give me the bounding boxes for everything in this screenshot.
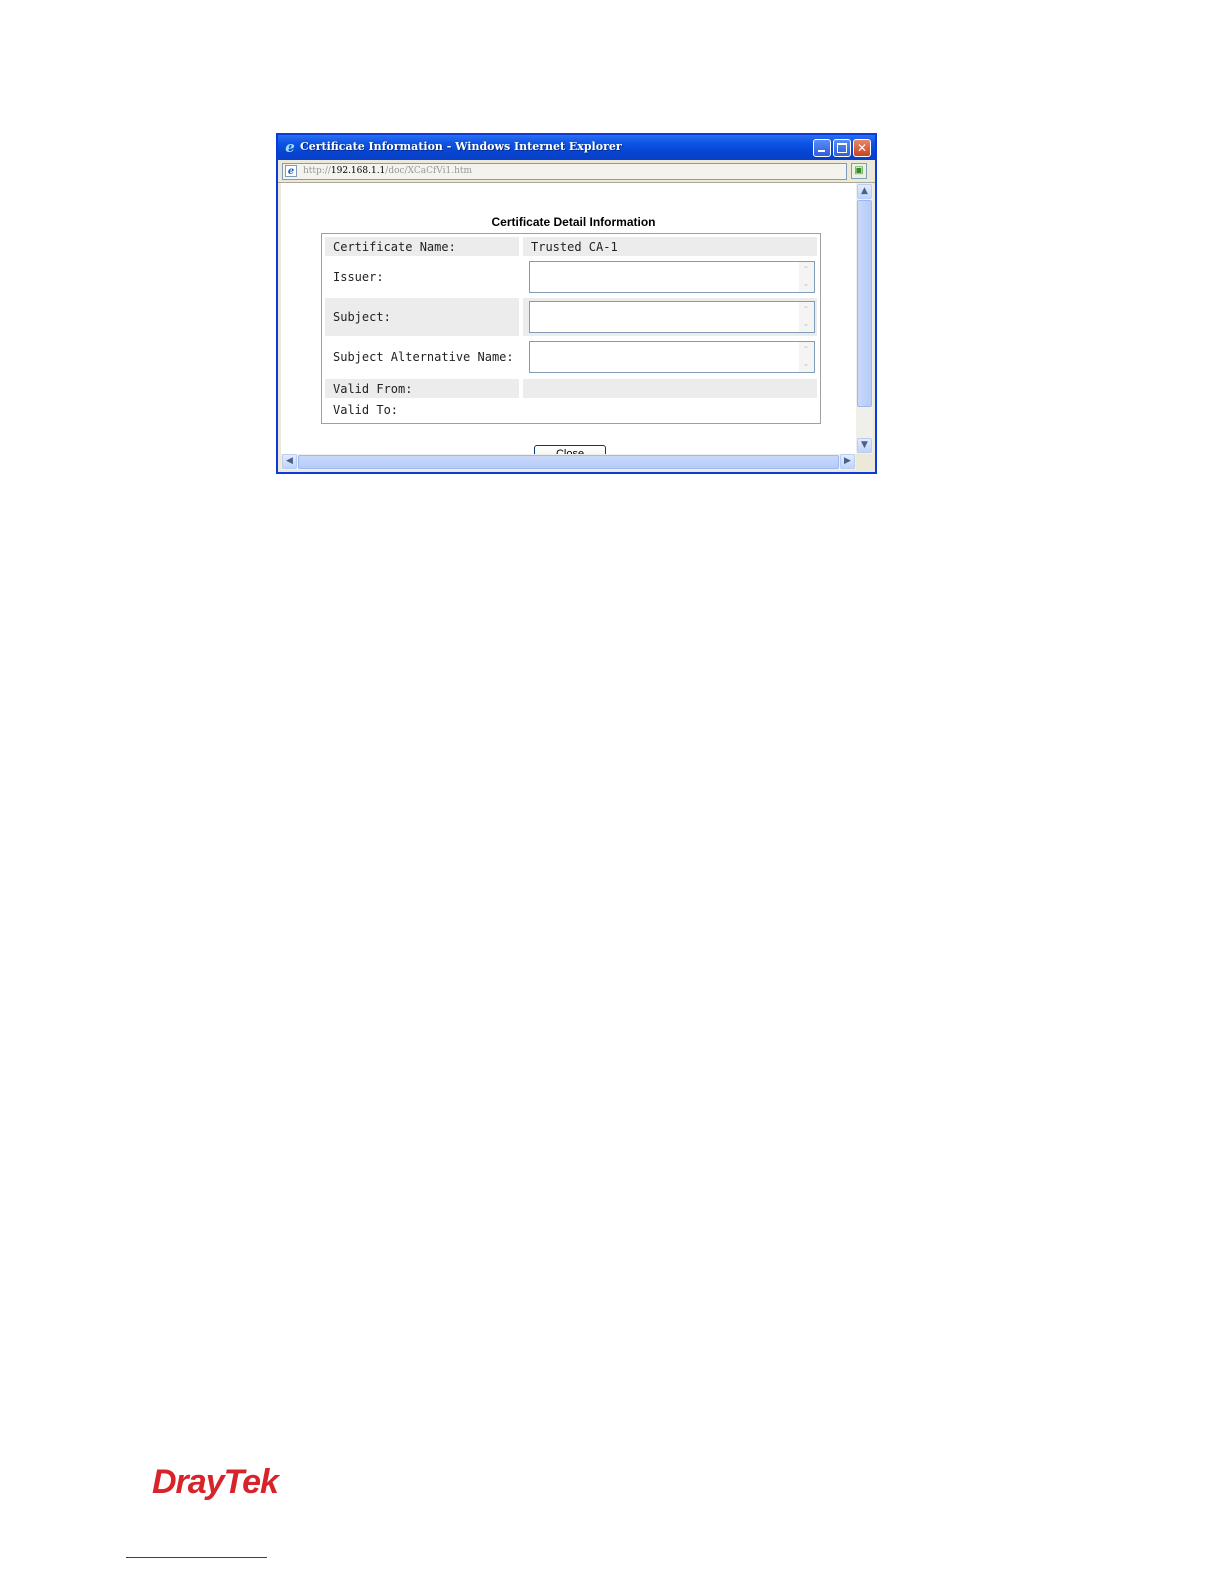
url-prefix: http://: [303, 166, 331, 176]
close-icon: ✕: [856, 141, 868, 155]
label-issuer: Issuer:: [333, 270, 384, 284]
window-title: Certificate Information - Windows Intern…: [300, 140, 622, 153]
scroll-up-icon[interactable]: ⌃: [801, 264, 811, 276]
certificate-detail-table: Certificate Name: Trusted CA-1 Issuer: ⌃…: [321, 233, 821, 424]
scroll-up-arrow-icon[interactable]: ▲: [857, 184, 872, 199]
subject-alt-name-textarea-scrollbar[interactable]: ⌃ ⌄: [799, 342, 814, 372]
ie-logo-icon: e: [285, 138, 295, 156]
footer-divider: [126, 1557, 267, 1558]
scroll-up-icon[interactable]: ⌃: [801, 304, 811, 316]
row-issuer: Issuer: ⌃ ⌄: [325, 258, 817, 296]
scroll-down-icon[interactable]: ⌄: [801, 358, 811, 370]
page-viewport: Certificate Detail Information Certifica…: [281, 183, 856, 454]
row-certificate-name: Certificate Name: Trusted CA-1: [325, 237, 817, 256]
scroll-left-arrow-icon[interactable]: ◀: [282, 454, 297, 469]
close-button[interactable]: Close: [534, 445, 606, 454]
subject-textarea[interactable]: ⌃ ⌄: [529, 301, 815, 333]
minimize-icon: [818, 150, 825, 152]
label-valid-from: Valid From:: [333, 381, 413, 396]
scroll-down-icon[interactable]: ⌄: [801, 278, 811, 290]
page-icon: e: [285, 165, 297, 177]
url-host: 192.168.1.1: [330, 166, 386, 176]
ie-popup-window: e Certificate Information - Windows Inte…: [276, 133, 877, 474]
title-bar[interactable]: e Certificate Information - Windows Inte…: [278, 135, 875, 160]
value-certificate-name: Trusted CA-1: [531, 239, 618, 254]
vertical-scrollbar[interactable]: ▲ ▼: [856, 183, 873, 454]
scroll-down-arrow-icon[interactable]: ▼: [857, 438, 872, 453]
minimize-button[interactable]: [813, 139, 831, 157]
url-path: /doc/XCaCfVi1.htm: [385, 166, 473, 176]
scroll-right-arrow-icon[interactable]: ▶: [840, 454, 855, 469]
row-subject-alt-name: Subject Alternative Name: ⌃ ⌄: [325, 338, 817, 376]
detail-heading: Certificate Detail Information: [491, 215, 656, 229]
row-valid-to: Valid To:: [325, 400, 817, 419]
maximize-icon: [837, 143, 847, 153]
scroll-corner: [856, 454, 873, 470]
scroll-down-icon[interactable]: ⌄: [801, 318, 811, 330]
horizontal-scrollbar[interactable]: ◀ ▶: [281, 454, 856, 470]
row-valid-from: Valid From:: [325, 379, 817, 398]
address-bar: e http://192.168.1.1/doc/XCaCfVi1.htm ▣: [278, 160, 875, 183]
go-icon[interactable]: ▣: [851, 163, 867, 179]
label-subject: Subject:: [333, 310, 391, 324]
row-subject: Subject: ⌃ ⌄: [325, 298, 817, 336]
issuer-textarea-scrollbar[interactable]: ⌃ ⌄: [799, 262, 814, 292]
scroll-up-icon[interactable]: ⌃: [801, 344, 811, 356]
horizontal-scroll-thumb[interactable]: [298, 455, 839, 469]
url-field[interactable]: e http://192.168.1.1/doc/XCaCfVi1.htm: [282, 163, 847, 180]
subject-alt-name-textarea[interactable]: ⌃ ⌄: [529, 341, 815, 373]
label-valid-to: Valid To:: [333, 402, 399, 417]
maximize-button[interactable]: [833, 139, 851, 157]
vertical-scroll-thumb[interactable]: [857, 200, 872, 407]
url-text: http://192.168.1.1/doc/XCaCfVi1.htm: [303, 166, 472, 176]
close-window-button[interactable]: ✕: [853, 139, 871, 157]
label-subject-alt-name: Subject Alternative Name:: [333, 350, 514, 364]
label-certificate-name: Certificate Name:: [333, 239, 456, 254]
subject-textarea-scrollbar[interactable]: ⌃ ⌄: [799, 302, 814, 332]
draytek-logo: DrayTek: [152, 1463, 279, 1501]
issuer-textarea[interactable]: ⌃ ⌄: [529, 261, 815, 293]
